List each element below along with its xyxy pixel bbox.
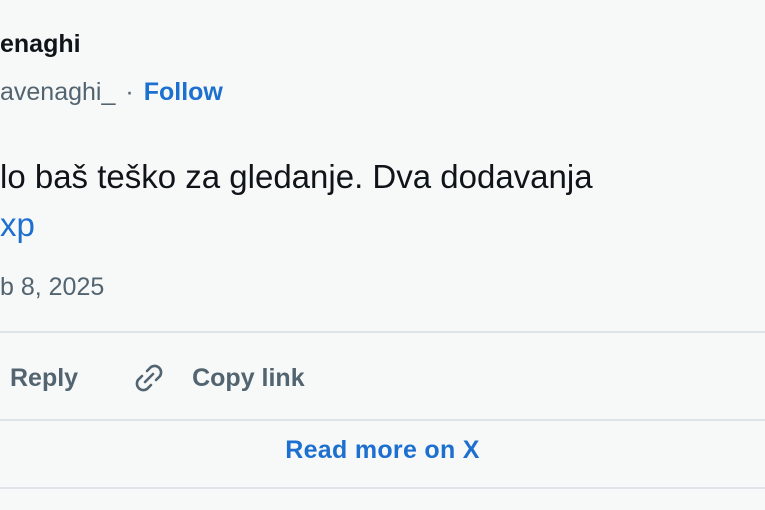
handle-separator: · <box>125 78 134 106</box>
tweet-body: lo baš teško za gledanje. Dva dodavanja … <box>0 153 593 249</box>
reply-button[interactable]: Reply <box>10 364 78 393</box>
divider <box>0 331 765 333</box>
divider <box>0 487 765 489</box>
link-icon <box>130 359 168 397</box>
embedded-tweet-card: enaghi avenaghi_ · Follow lo baš teško z… <box>0 0 765 510</box>
author-handle-row: avenaghi_ · Follow <box>0 78 223 107</box>
copy-link-button[interactable]: Copy link <box>130 359 305 397</box>
copy-link-label: Copy link <box>192 363 305 392</box>
tweet-actions: Reply Copy link <box>0 356 305 400</box>
read-more-label: Read more on X <box>285 436 480 464</box>
read-more-link[interactable]: Read more on X <box>0 436 765 465</box>
follow-button[interactable]: Follow <box>144 78 223 107</box>
reply-label: Reply <box>10 363 79 392</box>
tweet-text: lo baš teško za gledanje. Dva dodavanja <box>0 158 593 195</box>
author-handle[interactable]: avenaghi_ <box>0 78 115 107</box>
divider <box>0 419 765 421</box>
author-display-name[interactable]: enaghi <box>0 30 81 59</box>
tweet-link[interactable]: xp <box>0 201 593 249</box>
tweet-date[interactable]: b 8, 2025 <box>0 273 104 302</box>
